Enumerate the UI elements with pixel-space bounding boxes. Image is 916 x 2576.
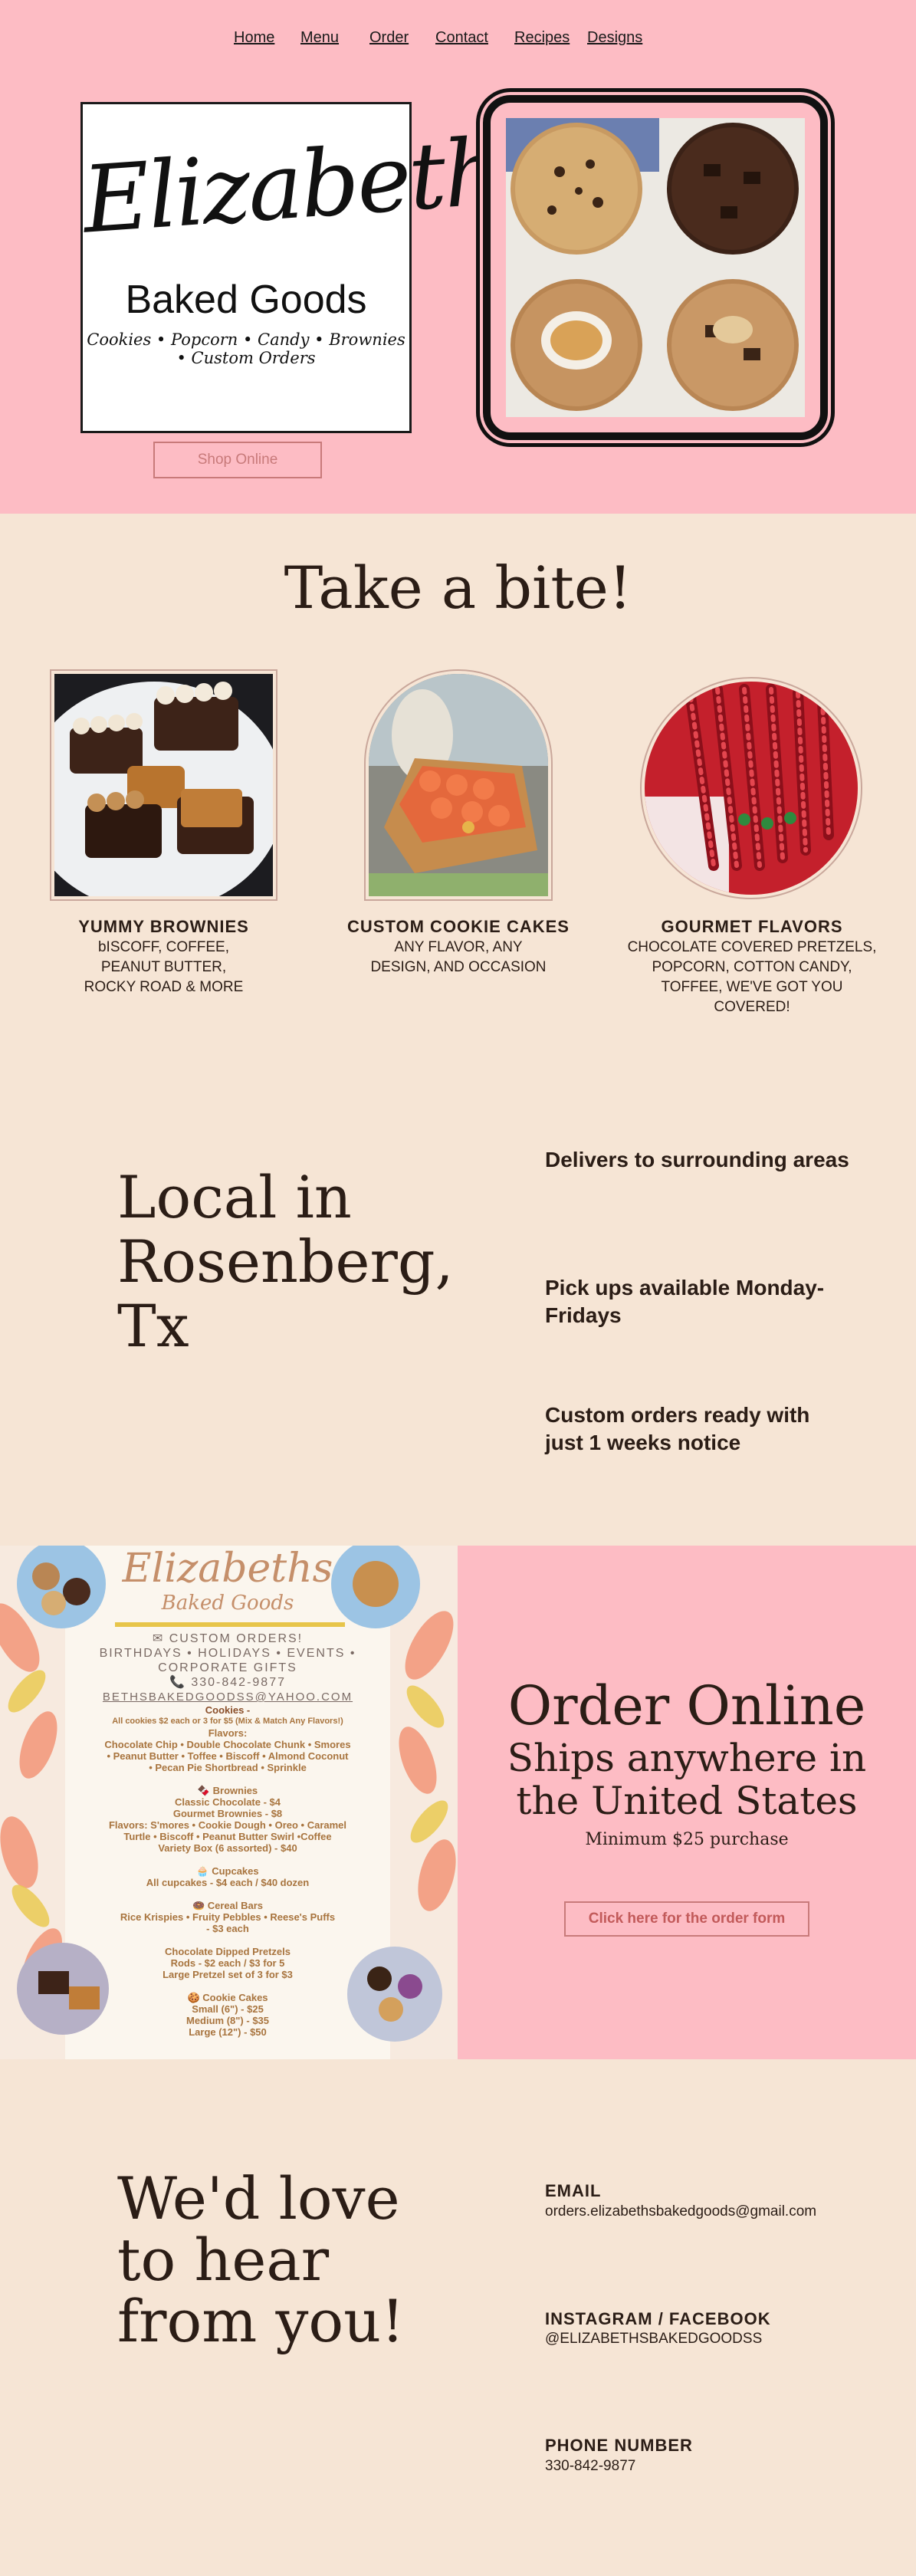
brownies-line-3: ROCKY ROAD & MORE [84,979,244,995]
flyer-line: Chocolate Dipped Pretzels [165,1946,291,1957]
cookie-cake-heading: CUSTOM COOKIE CAKES [347,917,570,936]
flyer-line: Flavors: S'mores • Cookie Dough • Oreo •… [108,1819,347,1831]
flyer-line: Cookies - [205,1704,251,1716]
flyer-line: All cupcakes - $4 each / $40 dozen [146,1877,310,1888]
flyer-line [65,1773,390,1785]
flyer-line: Medium (8") - $35 [185,2015,270,2026]
order-online-title: Order Online [507,1674,866,1737]
pretzels-line-4: COVERED! [714,999,790,1015]
flyer-line: Flavors: [208,1727,248,1739]
flyer-line [65,1854,390,1865]
order-subtitle-line-2: the United States [516,1779,858,1823]
order-form-button[interactable]: Click here for the order form [564,1901,809,1937]
logo-subtitle: Baked Goods [125,278,367,322]
email-value[interactable]: orders.elizabethsbakedgoods@gmail.com [545,2203,816,2220]
flyer-line: Large (12") - $50 [189,2026,267,2038]
pickup-info: Pick ups available Monday-Fridays [545,1276,825,1327]
flyer-line [65,1888,390,1900]
flyer-line: BIRTHDAYS • HOLIDAYS • EVENTS • [99,1647,356,1660]
minimum-purchase-note: Minimum $25 purchase [585,1830,789,1849]
order-subtitle-line-1: Ships anywhere in [507,1736,867,1780]
brownies-image [50,669,277,901]
flyer-line: Classic Chocolate - $4 [175,1796,281,1808]
flyer-line: 🍫 Brownies [197,1785,258,1796]
flyer-line: CORPORATE GIFTS [158,1661,297,1674]
flyer-script-sub: Baked Goods [161,1592,294,1615]
flyer-line: 🍩 Cereal Bars [192,1900,264,1911]
flyer-line: Chocolate Chip • Double Chocolate Chunk … [104,1739,351,1750]
flyer-line [65,1980,390,1992]
flyer-line: Rice Krispies • Fruity Pebbles • Reese's… [120,1911,336,1923]
shop-online-button[interactable]: Shop Online [153,442,322,478]
flyer-line: 📞 330-842-9877 [169,1676,286,1689]
flyer-line [65,1934,390,1946]
brownies-line-1: bISCOFF, COFFEE, [97,939,230,955]
flyer-email: BETHSBAKEDGOODSS@YAHOO.COM [102,1691,353,1704]
pretzels-image [640,677,862,899]
flyer-line: 🧁 Cupcakes [196,1865,259,1877]
pretzels-line-1: CHOCOLATE COVERED PRETZELS, [627,939,877,955]
flyer-line: • Peanut Butter • Toffee • Biscoff • Alm… [107,1750,349,1762]
pretzels-line-2: POPCORN, COTTON CANDY, [652,959,852,975]
contact-title: We'd love to hear from you! [117,2164,405,2355]
brand-logo: Elizabeth's Baked Goods Cookies • Popcor… [79,102,572,433]
delivery-info: Delivers to surrounding areas [545,1148,849,1171]
flyer-line: All cookies $2 each or 3 for $5 (Mix & M… [112,1717,343,1726]
nav-recipes[interactable]: Recipes [514,29,570,47]
local-title: Local in Rosenberg, Tx [117,1163,454,1360]
flyer-line: Turtle • Biscoff • Peanut Butter Swirl •… [123,1831,332,1842]
brownies-card: YUMMY BROWNIES bISCOFF, COFFEE, PEANUT B… [42,916,285,997]
take-a-bite-title: Take a bite! [284,554,632,622]
pretzels-card: GOURMET FLAVORS CHOCOLATE COVERED PRETZE… [613,916,891,1017]
nav-contact[interactable]: Contact [435,29,488,47]
hero-cookies-photo [506,118,805,417]
email-label: EMAIL [545,2181,602,2200]
pretzels-heading: GOURMET FLAVORS [661,917,843,936]
nav-home[interactable]: Home [234,29,274,47]
nav-order[interactable]: Order [369,29,409,47]
flyer-script-title: Elizabeths [122,1546,333,1592]
flyer-line: Variety Box (6 assorted) - $40 [158,1842,297,1854]
logo-script-text: Elizabeth's [79,113,572,255]
phone-value[interactable]: 330-842-9877 [545,2458,635,2475]
flyer-line: ✉ CUSTOM ORDERS! [152,1632,304,1645]
cookie-cake-image [364,669,553,901]
order-subtitle: Ships anywhere in the United States [458,1737,916,1822]
flyer-line: • Pecan Pie Shortbread • Sprinkle [149,1762,307,1773]
flyer-line: Large Pretzel set of 3 for $3 [163,1969,293,1980]
cookie-cake-line-1: ANY FLAVOR, ANY [394,939,523,955]
menu-flyer-image: Elizabeths Baked Goods ✉ CUSTOM ORDERS! … [0,1546,458,2059]
flyer-line: Small (6") - $25 [192,2003,264,2015]
pretzels-line-3: TOFFEE, WE'VE GOT YOU [661,979,843,995]
brownies-line-2: PEANUT BUTTER, [100,959,227,975]
brownies-heading: YUMMY BROWNIES [78,917,249,936]
flyer-line: Gourmet Brownies - $8 [172,1808,283,1819]
custom-order-info: Custom orders ready with just 1 weeks no… [545,1403,810,1454]
flyer-menu-text: ✉ CUSTOM ORDERS! BIRTHDAYS • HOLIDAYS • … [65,1631,390,2038]
flyer-line: 🍪 Cookie Cakes [187,1992,268,2003]
cookie-cake-line-2: DESIGN, AND OCCASION [370,959,547,975]
nav-menu[interactable]: Menu [300,29,339,47]
phone-label: PHONE NUMBER [545,2436,693,2455]
logo-tagline: Cookies • Popcorn • Candy • Brownies • C… [87,330,405,367]
cookie-cake-card: CUSTOM COOKIE CAKES ANY FLAVOR, ANY DESI… [337,916,579,978]
flyer-line: - $3 each [206,1923,249,1934]
social-label: INSTAGRAM / FACEBOOK [545,2309,771,2328]
flyer-line: Rods - $2 each / $3 for 5 [170,1957,285,1969]
main-nav: Home Menu Order Contact Recipes Designs [0,29,916,54]
nav-designs[interactable]: Designs [587,29,642,47]
social-value[interactable]: @ELIZABETHSBAKEDGOODSS [545,2331,762,2348]
